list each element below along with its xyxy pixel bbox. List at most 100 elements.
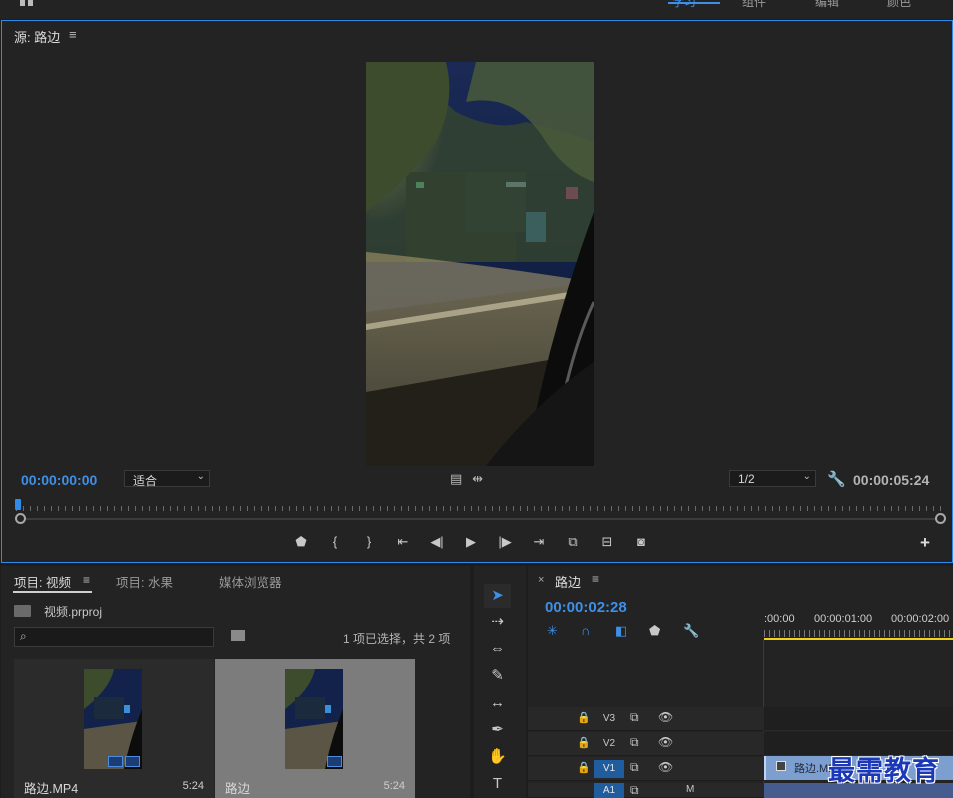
ruler-label: :00:00: [764, 613, 795, 625]
razor-tool-icon[interactable]: ✎: [484, 664, 511, 688]
project-file-name: 视频.prproj: [44, 605, 103, 619]
mark-out-icon[interactable]: }: [352, 534, 386, 550]
work-area-bar[interactable]: [764, 638, 953, 640]
sequence-tab-title[interactable]: 路边: [555, 572, 581, 591]
timeline-settings-wrench-icon[interactable]: 🔧: [683, 623, 717, 639]
timeline-timecode[interactable]: 00:00:02:28: [545, 599, 627, 616]
sync-lock-icon[interactable]: ⧉: [630, 710, 639, 725]
go-to-out-icon[interactable]: ⇥: [522, 534, 556, 550]
selection-tool-icon[interactable]: ➤: [484, 584, 511, 608]
go-to-in-icon[interactable]: ⇤: [386, 534, 420, 550]
step-back-icon[interactable]: ◀|: [420, 534, 454, 550]
duration-timecode: 00:00:05:24: [853, 472, 930, 488]
eye-icon[interactable]: 👁: [658, 710, 673, 724]
overwrite-icon[interactable]: ⊟: [590, 534, 624, 550]
track-header-v3: 🔒 V3 ⧉ 👁: [528, 707, 764, 731]
fit-select-value: 适合: [133, 474, 158, 488]
project-folder-icon: [14, 605, 31, 617]
workspace-tab-color[interactable]: 颜色: [887, 0, 911, 10]
add-marker-icon[interactable]: ⬟: [649, 623, 683, 639]
linked-selection-icon[interactable]: ◧: [615, 623, 649, 639]
play-icon[interactable]: ▶: [454, 534, 488, 550]
lock-icon[interactable]: 🔒: [577, 736, 591, 749]
source-playhead[interactable]: [15, 499, 21, 510]
step-forward-icon[interactable]: |▶: [488, 534, 522, 550]
track-header-v1: 🔒 V1 ⧉ 👁: [528, 757, 764, 781]
close-icon[interactable]: ×: [538, 574, 544, 586]
sequence-duration: 5:24: [383, 780, 405, 792]
view-toggle-group: ▤ ⇹: [450, 471, 483, 487]
film-strip-icon[interactable]: ▤: [450, 471, 462, 487]
current-timecode[interactable]: 00:00:00:00: [21, 472, 97, 488]
chevron-down-icon: ⌄: [196, 471, 205, 482]
workspace-tab-editing[interactable]: 编辑: [815, 0, 839, 10]
track-header-a1: A1 ⧉ M: [528, 783, 764, 798]
sync-lock-icon[interactable]: ⧉: [630, 783, 639, 798]
resolution-select-value: 1/2: [738, 472, 755, 486]
project-panel: 项目: 视频 ≡ 项目: 水果 媒体浏览器 视频.prproj ⌕ 1 项已选择…: [1, 566, 470, 798]
panel-menu-icon[interactable]: ≡: [83, 573, 90, 587]
nest-sequence-icon[interactable]: ✳: [547, 623, 581, 639]
mute-icon[interactable]: M: [686, 784, 694, 795]
drag-audio-video-icon[interactable]: ⇹: [472, 471, 483, 487]
lock-icon[interactable]: 🔒: [577, 761, 591, 774]
hand-tool-icon[interactable]: ✋: [484, 745, 511, 769]
workspace-tab-assembly[interactable]: 组件: [742, 0, 766, 10]
track-name[interactable]: V1: [594, 760, 624, 778]
sequence-badge-icon: [327, 756, 342, 767]
clip-duration: 5:24: [182, 780, 204, 792]
new-search-bin-icon[interactable]: [231, 630, 245, 641]
panel-menu-icon[interactable]: ≡: [69, 27, 77, 42]
workspace-active-underline: [668, 2, 720, 4]
selection-count: 1 项已选择，共 2 项: [343, 632, 451, 646]
source-monitor-panel: 源: 路边 ≡ 00:00:00:00 适合 ⌄ ▤ ⇹ 1/2 ⌄ 🔧 00:…: [1, 20, 953, 563]
ruler-label: 00:00:01:00: [814, 613, 873, 625]
sequence-name: 路边: [225, 782, 251, 796]
track-lane-v3[interactable]: [764, 707, 953, 731]
snap-magnet-icon[interactable]: ∩: [581, 623, 615, 639]
sequence-thumbnail: [285, 669, 343, 769]
track-name[interactable]: A1: [594, 783, 624, 798]
tools-panel: ➤ ⇢ ⇔ ✎ ↔ ✒ ✋ T: [474, 566, 526, 798]
timeline-ruler[interactable]: :00:00 00:00:01:00 00:00:02:00: [764, 606, 953, 640]
panel-menu-icon[interactable]: ≡: [592, 572, 599, 586]
fit-select[interactable]: 适合 ⌄: [124, 470, 210, 488]
eye-icon[interactable]: 👁: [658, 760, 673, 774]
pen-tool-icon[interactable]: ✒: [484, 718, 511, 742]
project-item-clip[interactable]: 路边.MP4 5:24: [14, 659, 214, 798]
type-tool-icon[interactable]: T: [484, 772, 511, 796]
workspace-grid-icon[interactable]: [20, 0, 34, 6]
project-search-input[interactable]: ⌕: [14, 627, 214, 647]
source-monitor-title[interactable]: 源: 路边: [14, 27, 60, 46]
insert-icon[interactable]: ⧉: [556, 534, 590, 550]
sync-lock-icon[interactable]: ⧉: [630, 735, 639, 750]
project-item-sequence[interactable]: 路边 5:24: [215, 659, 415, 798]
settings-wrench-icon[interactable]: 🔧: [827, 470, 846, 488]
chevron-down-icon: ⌄: [802, 471, 811, 482]
track-name[interactable]: V3: [594, 710, 624, 728]
source-time-ruler[interactable]: [16, 499, 942, 511]
eye-icon[interactable]: 👁: [658, 735, 673, 749]
scrollbar-right-handle[interactable]: [935, 513, 946, 524]
premiere-workspace: 学习 组件 编辑 颜色 源: 路边 ≡ 00:00:00:00 适合 ⌄ ▤ ⇹…: [0, 0, 953, 798]
resolution-select[interactable]: 1/2 ⌄: [729, 470, 816, 487]
mark-in-icon[interactable]: {: [318, 534, 352, 550]
video-frame: [366, 62, 594, 466]
button-editor-plus-icon[interactable]: +: [920, 533, 930, 553]
ripple-edit-tool-icon[interactable]: ⇔: [484, 637, 511, 661]
zoom-scrollbar[interactable]: [20, 518, 940, 520]
slip-tool-icon[interactable]: ↔: [484, 691, 511, 715]
add-marker-icon[interactable]: ⬟: [284, 534, 318, 550]
tab-media-browser[interactable]: 媒体浏览器: [219, 572, 282, 591]
active-tab-underline: [13, 591, 92, 593]
sync-lock-icon[interactable]: ⧉: [630, 760, 639, 775]
tab-project-fruit[interactable]: 项目: 水果: [116, 572, 173, 591]
track-header-v2: 🔒 V2 ⧉ 👁: [528, 732, 764, 756]
clip-thumbnail: [84, 669, 142, 769]
tab-project-video[interactable]: 项目: 视频: [14, 572, 71, 591]
lock-icon[interactable]: 🔒: [577, 711, 591, 724]
track-select-tool-icon[interactable]: ⇢: [484, 610, 511, 634]
export-frame-camera-icon[interactable]: ◙: [624, 534, 658, 550]
track-name[interactable]: V2: [594, 735, 624, 753]
scrollbar-left-handle[interactable]: [15, 513, 26, 524]
